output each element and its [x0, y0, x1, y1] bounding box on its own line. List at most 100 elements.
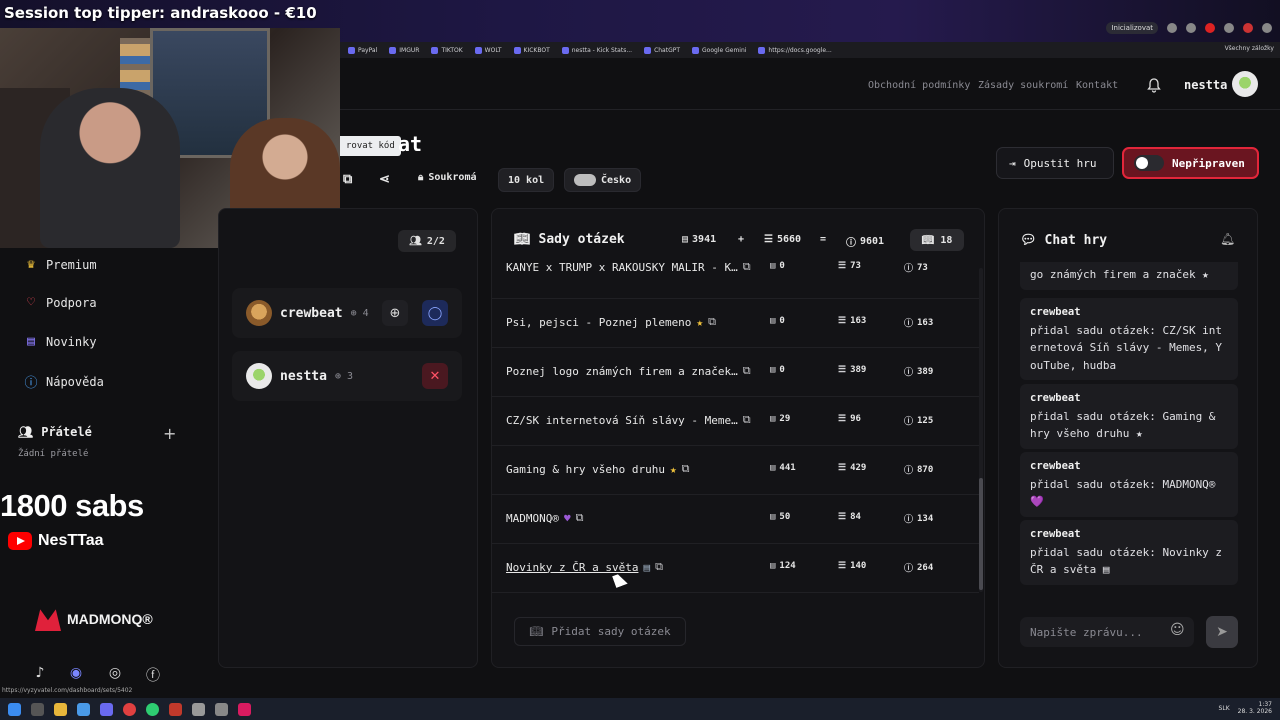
sidebar-item-help[interactable]: ⓘ Nápověda: [24, 372, 103, 392]
bookmark-item[interactable]: ChatGPT: [644, 46, 680, 54]
set-row[interactable]: Novinky z ČR a světa ▤ ⧉ ▤ 124 ☰ 140 ⓘ 264: [492, 544, 979, 593]
external-link-icon[interactable]: ⧉: [655, 560, 663, 574]
question-icon: ⓘ: [846, 238, 856, 249]
add-friend-button[interactable]: ⊕: [382, 300, 408, 326]
list-icon: ▤: [770, 365, 776, 375]
avatar[interactable]: [1232, 71, 1258, 97]
add-sets-button[interactable]: 📖︎ Přidat sady otázek: [514, 617, 686, 646]
profile-button[interactable]: ◯: [422, 300, 448, 326]
bookmark-item[interactable]: PayPal: [348, 46, 377, 54]
subs-counter: 1800 sabs: [0, 488, 144, 523]
all-bookmarks[interactable]: Všechny záložky: [1225, 45, 1274, 52]
chat-text: go známých firem a značek ★: [1030, 268, 1209, 281]
share-icon[interactable]: ⋖: [379, 172, 390, 187]
spotify-icon[interactable]: [146, 702, 159, 716]
app-icon[interactable]: [77, 702, 90, 716]
bookmark-item[interactable]: nestta - Kick Stats...: [561, 46, 632, 54]
tiktok-icon[interactable]: ♪: [31, 665, 49, 683]
set-count-b: ☰ 84: [838, 512, 861, 522]
app-icon[interactable]: [238, 702, 251, 716]
bookmark-item[interactable]: KICKBOT: [513, 46, 550, 54]
chat-text: přidal sadu otázek: MADMONQ® 💜: [1030, 477, 1216, 509]
madmonq-logo: MADMONQ®: [35, 607, 153, 631]
checklist-icon: ☰: [838, 365, 847, 375]
external-link-icon[interactable]: ⧉: [682, 462, 690, 476]
copy-icon[interactable]: ⧉: [343, 172, 352, 187]
external-link-icon[interactable]: ⧉: [743, 413, 751, 427]
instagram-icon[interactable]: ◎: [106, 665, 124, 683]
bookmark-item[interactable]: Google Gemini: [692, 46, 746, 54]
profile-icon[interactable]: [1243, 23, 1253, 33]
set-row[interactable]: Psi, pejsci - Poznej plemeno ★ ⧉ ▤ 0 ☰ 163 ⓘ 163: [492, 299, 979, 348]
chrome-icon[interactable]: [123, 702, 136, 716]
app-icon[interactable]: [215, 702, 228, 716]
clock[interactable]: 1:37 28. 3. 2026: [1238, 701, 1272, 715]
set-row[interactable]: Gaming & hry všeho druhu ★ ⧉ ▤ 441 ☰ 429 ⓘ 870: [492, 446, 979, 495]
book-icon: 📖︎: [921, 234, 935, 246]
star-icon[interactable]: [1186, 23, 1196, 33]
privacy-link[interactable]: Zásady soukromí: [978, 80, 1068, 91]
folder-icon[interactable]: [54, 702, 67, 716]
app-icon[interactable]: [192, 702, 205, 716]
set-row[interactable]: KANYE x TRUMP x RAKOUSKY MALIR - K… ⧉ ▤ 0 ☰ 7…: [492, 260, 979, 299]
send-button[interactable]: ➤: [1206, 616, 1238, 648]
question-icon: ⓘ: [904, 264, 914, 274]
ready-toggle-button[interactable]: Nepřipraven: [1122, 147, 1259, 179]
discord-icon[interactable]: ◉: [67, 665, 85, 683]
leave-game-button[interactable]: ⇥ Opustit hru: [996, 147, 1114, 179]
set-name[interactable]: Poznej logo známých firem a značek… ⧉: [506, 364, 751, 378]
kick-button[interactable]: ✕: [422, 363, 448, 389]
set-row[interactable]: CZ/SK internetová Síň slávy - Meme… ⧉ ▤ 29 ☰…: [492, 397, 979, 446]
set-name[interactable]: CZ/SK internetová Síň slávy - Meme… ⧉: [506, 413, 751, 427]
set-name[interactable]: KANYE x TRUMP x RAKOUSKY MALIR - K… ⧉: [506, 260, 751, 274]
bell-icon[interactable]: [1146, 77, 1162, 93]
bookmarks-bar: PayPal IMGUR TIKTOK WOLT KICKBOT nestta …: [340, 42, 1280, 58]
extensions-icon[interactable]: [1224, 23, 1234, 33]
book-icon: 📖︎: [514, 232, 531, 247]
bookmark-icon: [644, 46, 652, 54]
sidebar-item-news[interactable]: ▤ Novinky: [24, 334, 97, 349]
sidebar-item-premium[interactable]: ♛ Premium: [24, 257, 97, 272]
chat-author: crewbeat: [1030, 306, 1081, 318]
checklist-icon: ☰: [838, 561, 847, 571]
windows-start-icon[interactable]: [8, 702, 21, 716]
set-row[interactable]: Poznej logo známých firem a značek… ⧉ ▤ 0 ☰ 3…: [492, 348, 979, 397]
external-link-icon[interactable]: ⧉: [743, 260, 751, 274]
set-name[interactable]: Psi, pejsci - Poznej plemeno ★ ⧉: [506, 315, 716, 329]
external-link-icon[interactable]: ⧉: [576, 511, 584, 525]
question-icon: ⓘ: [904, 466, 914, 476]
sidebar-item-support[interactable]: ♡ Podpora: [24, 295, 97, 310]
set-name[interactable]: Gaming & hry všeho druhu ★ ⧉: [506, 462, 689, 476]
set-name[interactable]: MADMONQ® ♥ ⧉: [506, 511, 583, 525]
init-chip[interactable]: Inicializovat: [1106, 22, 1158, 34]
set-name[interactable]: Novinky z ČR a světa ▤ ⧉: [506, 560, 663, 574]
chat-input[interactable]: Napište zprávu...: [1020, 617, 1194, 647]
chat-message: crewbeat přidal sadu otázek: CZ/SK int er…: [1020, 298, 1238, 380]
bookmark-item[interactable]: WOLT: [474, 46, 502, 54]
scrollbar-thumb[interactable]: [979, 478, 983, 590]
bell-icon[interactable]: 🔔︎: [1220, 232, 1235, 246]
webcam-person: [40, 88, 180, 248]
menu-icon[interactable]: [1262, 23, 1272, 33]
zoom-icon[interactable]: [1167, 23, 1177, 33]
terms-link[interactable]: Obchodní podmínky: [868, 80, 970, 91]
facebook-icon[interactable]: ⓕ: [144, 665, 162, 684]
ready-switch[interactable]: [1134, 155, 1164, 171]
app-icon[interactable]: [169, 702, 182, 716]
set-row[interactable]: MADMONQ® ♥ ⧉ ▤ 50 ☰ 84 ⓘ 134: [492, 495, 979, 544]
bookmark-item[interactable]: IMGUR: [389, 46, 419, 54]
username[interactable]: nestta: [1184, 78, 1227, 92]
add-friend-icon[interactable]: +: [163, 424, 176, 443]
player-count-badge: 👥︎ 2/2: [398, 230, 456, 252]
external-link-icon[interactable]: ⧉: [743, 364, 751, 378]
contact-link[interactable]: Kontakt: [1076, 80, 1118, 91]
bookmark-item[interactable]: TIKTOK: [431, 46, 463, 54]
record-icon[interactable]: [1205, 23, 1215, 33]
search-icon[interactable]: [31, 702, 44, 716]
bookmark-item[interactable]: https://docs.google...: [758, 46, 832, 54]
emoji-icon[interactable]: ☺: [1170, 622, 1185, 638]
app-icon[interactable]: [100, 702, 113, 716]
set-count-a: ▤ 29: [770, 414, 791, 424]
sets-title: 📖︎ Sady otázek: [514, 232, 625, 247]
external-link-icon[interactable]: ⧉: [708, 315, 716, 329]
